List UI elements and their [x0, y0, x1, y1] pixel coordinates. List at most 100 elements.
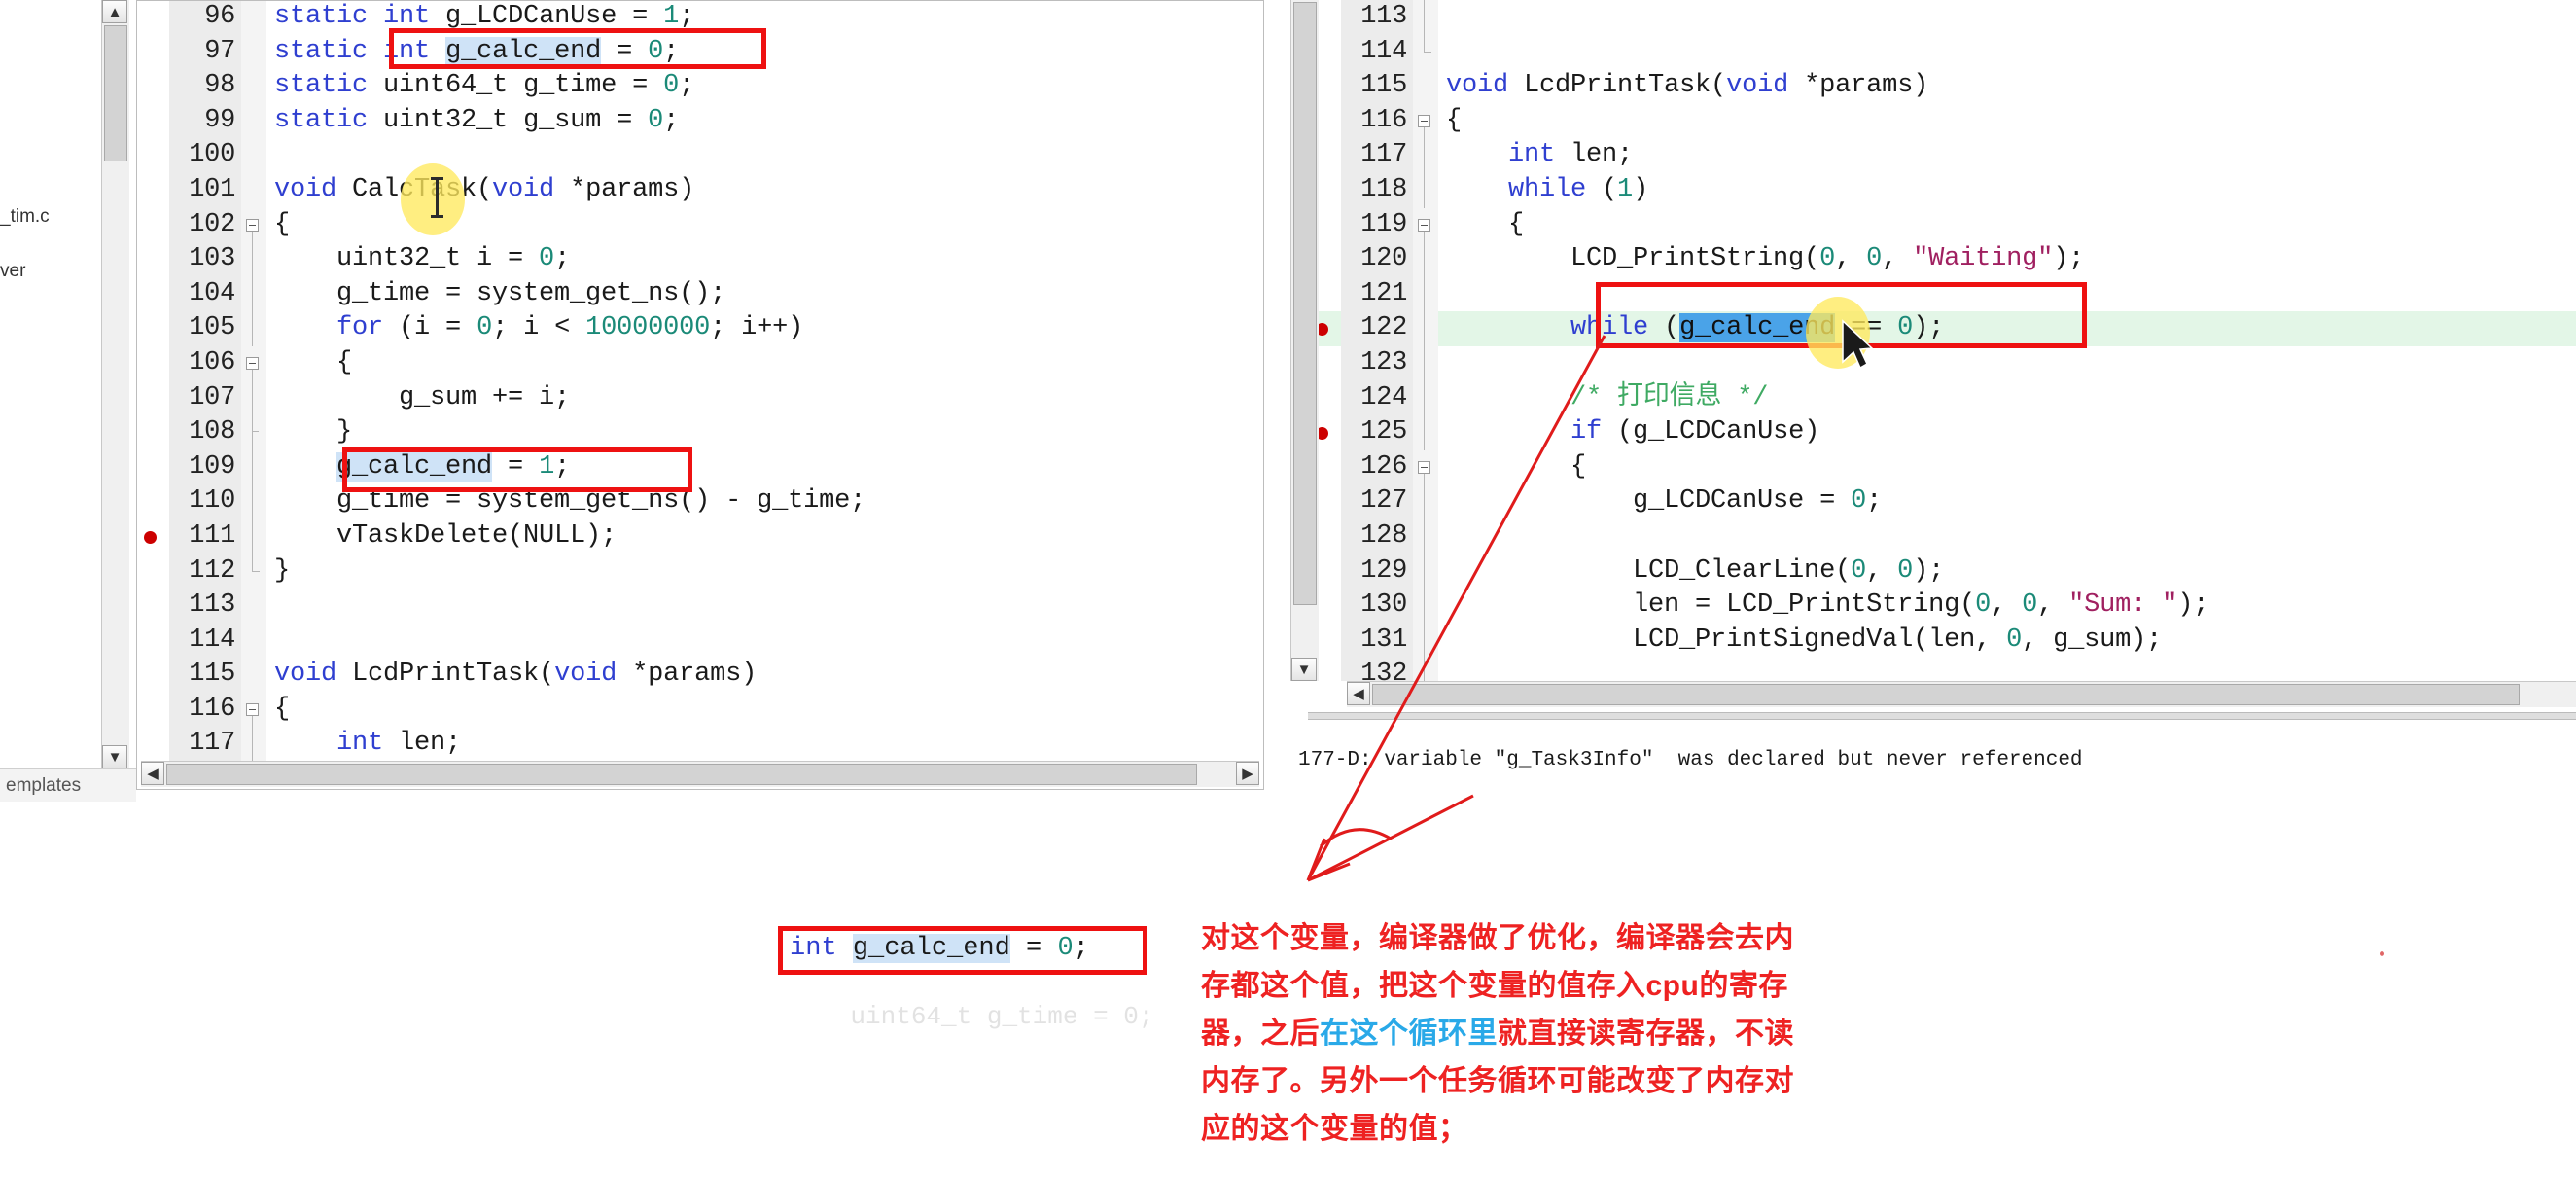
- code-fold-gutter[interactable]: [1413, 103, 1438, 139]
- code-fold-gutter[interactable]: [1413, 172, 1438, 208]
- fold-collapse-icon[interactable]: [246, 218, 259, 232]
- code-line-114[interactable]: 114: [136, 623, 1264, 659]
- code-fold-gutter[interactable]: [1413, 380, 1438, 416]
- code-fold-gutter[interactable]: [241, 138, 266, 173]
- scroll-down-button[interactable]: ▼: [102, 745, 127, 768]
- explorer-vertical-scrollbar[interactable]: ▲ ▼: [101, 0, 129, 768]
- code-line-132[interactable]: 132: [1308, 658, 2576, 681]
- code-line-117[interactable]: 117 int len;: [1308, 138, 2576, 173]
- code-line-111[interactable]: 111 vTaskDelete(NULL);: [136, 518, 1264, 554]
- code-fold-gutter[interactable]: [1413, 69, 1438, 104]
- right-editor-code-area[interactable]: 113 114 115 void LcdPrintTask(void *param…: [1308, 0, 2576, 681]
- breakpoint-gutter[interactable]: [136, 519, 169, 554]
- code-fold-gutter[interactable]: [241, 727, 266, 763]
- code-fold-gutter[interactable]: [241, 103, 266, 139]
- code-line-121[interactable]: 121: [1308, 276, 2576, 312]
- code-line-97[interactable]: 97 static int g_calc_end = 0;: [136, 34, 1264, 70]
- breakpoint-gutter[interactable]: [136, 0, 169, 35]
- explorer-item-0[interactable]: _tim.c: [0, 206, 50, 228]
- code-line-123[interactable]: 123: [1308, 345, 2576, 381]
- code-fold-gutter[interactable]: [1413, 345, 1438, 381]
- code-fold-gutter[interactable]: [1413, 484, 1438, 519]
- scrollbar-thumb[interactable]: [104, 25, 127, 161]
- code-line-126[interactable]: 126 {: [1308, 449, 2576, 485]
- breakpoint-gutter[interactable]: [136, 242, 169, 277]
- code-fold-gutter[interactable]: [241, 0, 266, 35]
- code-line-120[interactable]: 120 LCD_PrintString(0, 0, "Waiting");: [1308, 242, 2576, 277]
- code-fold-gutter[interactable]: [241, 449, 266, 485]
- breakpoint-gutter[interactable]: [136, 69, 169, 104]
- explorer-item-1[interactable]: ver: [0, 261, 25, 282]
- scroll-left-button[interactable]: ◀: [1347, 682, 1370, 705]
- left-editor-horizontal-scrollbar[interactable]: ◀ ▶: [141, 761, 1259, 787]
- code-line-99[interactable]: 99 static uint32_t g_sum = 0;: [136, 103, 1264, 139]
- breakpoint-gutter[interactable]: [136, 693, 169, 728]
- code-fold-gutter[interactable]: [1413, 34, 1438, 70]
- breakpoint-gutter[interactable]: [136, 381, 169, 416]
- code-line-122[interactable]: 122 while (g_calc_end == 0);: [1308, 311, 2576, 346]
- code-fold-gutter[interactable]: [241, 276, 266, 312]
- code-fold-gutter[interactable]: [241, 207, 266, 243]
- code-fold-gutter[interactable]: [1413, 589, 1438, 624]
- breakpoint-gutter[interactable]: [136, 35, 169, 70]
- code-line-116[interactable]: 116 {: [136, 692, 1264, 728]
- code-fold-gutter[interactable]: [1413, 623, 1438, 659]
- breakpoint-gutter[interactable]: [136, 138, 169, 173]
- code-line-105[interactable]: 105 for (i = 0; i < 10000000; i++): [136, 311, 1264, 346]
- code-line-113[interactable]: 113: [136, 589, 1264, 624]
- code-fold-gutter[interactable]: [241, 589, 266, 624]
- code-line-103[interactable]: 103 uint32_t i = 0;: [136, 242, 1264, 277]
- code-line-107[interactable]: 107 g_sum += i;: [136, 380, 1264, 416]
- code-fold-gutter[interactable]: [1413, 658, 1438, 681]
- code-line-98[interactable]: 98 static uint64_t g_time = 0;: [136, 69, 1264, 104]
- code-fold-gutter[interactable]: [1413, 554, 1438, 590]
- code-fold-gutter[interactable]: [241, 658, 266, 693]
- breakpoint-gutter[interactable]: [136, 173, 169, 208]
- breakpoint-gutter[interactable]: [136, 104, 169, 139]
- code-line-113[interactable]: 113: [1308, 0, 2576, 35]
- code-fold-gutter[interactable]: [241, 69, 266, 104]
- breakpoint-gutter[interactable]: [136, 450, 169, 485]
- breakpoint-gutter[interactable]: [136, 277, 169, 312]
- code-line-115[interactable]: 115 void LcdPrintTask(void *params): [1308, 69, 2576, 104]
- code-fold-gutter[interactable]: [241, 34, 266, 70]
- scroll-left-button[interactable]: ◀: [141, 762, 164, 785]
- breakpoint-gutter[interactable]: [136, 658, 169, 693]
- code-fold-gutter[interactable]: [1413, 0, 1438, 35]
- code-line-117[interactable]: 117 int len;: [136, 727, 1264, 763]
- code-fold-gutter[interactable]: [1413, 138, 1438, 173]
- code-fold-gutter[interactable]: [241, 518, 266, 554]
- breakpoint-gutter[interactable]: [136, 484, 169, 519]
- code-fold-gutter[interactable]: [1413, 242, 1438, 277]
- fold-collapse-icon[interactable]: [246, 356, 259, 370]
- code-line-101[interactable]: 101void CalcTask(void *params): [136, 172, 1264, 208]
- code-line-125[interactable]: 125 if (g_LCDCanUse): [1308, 415, 2576, 450]
- code-line-131[interactable]: 131 LCD_PrintSignedVal(len, 0, g_sum);: [1308, 623, 2576, 659]
- code-line-124[interactable]: 124 /* 打印信息 */: [1308, 380, 2576, 416]
- scrollbar-thumb[interactable]: [1293, 2, 1317, 605]
- code-line-102[interactable]: 102 {: [136, 207, 1264, 243]
- code-line-130[interactable]: 130 len = LCD_PrintString(0, 0, "Sum: ")…: [1308, 589, 2576, 624]
- code-fold-gutter[interactable]: [1413, 311, 1438, 346]
- fold-collapse-icon[interactable]: [1418, 460, 1430, 474]
- code-line-129[interactable]: 129 LCD_ClearLine(0, 0);: [1308, 554, 2576, 590]
- code-fold-gutter[interactable]: [1413, 276, 1438, 312]
- breakpoint-gutter[interactable]: [136, 727, 169, 762]
- code-line-128[interactable]: 128: [1308, 518, 2576, 554]
- code-line-115[interactable]: 115 void LcdPrintTask(void *params): [136, 658, 1264, 693]
- breakpoint-gutter[interactable]: [136, 208, 169, 243]
- code-fold-gutter[interactable]: [1413, 449, 1438, 485]
- fold-collapse-icon[interactable]: [1418, 218, 1430, 232]
- code-line-106[interactable]: 106 {: [136, 345, 1264, 381]
- breakpoint-gutter[interactable]: [136, 554, 169, 590]
- scrollbar-thumb[interactable]: [166, 764, 1197, 785]
- code-fold-gutter[interactable]: [241, 623, 266, 659]
- code-line-104[interactable]: 104 g_time = system_get_ns();: [136, 276, 1264, 312]
- code-line-118[interactable]: 118 while (1): [1308, 172, 2576, 208]
- code-line-110[interactable]: 110 g_time = system_get_ns() - g_time;: [136, 484, 1264, 519]
- code-fold-gutter[interactable]: [241, 242, 266, 277]
- fold-collapse-icon[interactable]: [1418, 114, 1430, 127]
- code-fold-gutter[interactable]: [241, 415, 266, 450]
- code-line-96[interactable]: 96 static int g_LCDCanUse = 1;: [136, 0, 1264, 35]
- code-fold-gutter[interactable]: [1413, 415, 1438, 450]
